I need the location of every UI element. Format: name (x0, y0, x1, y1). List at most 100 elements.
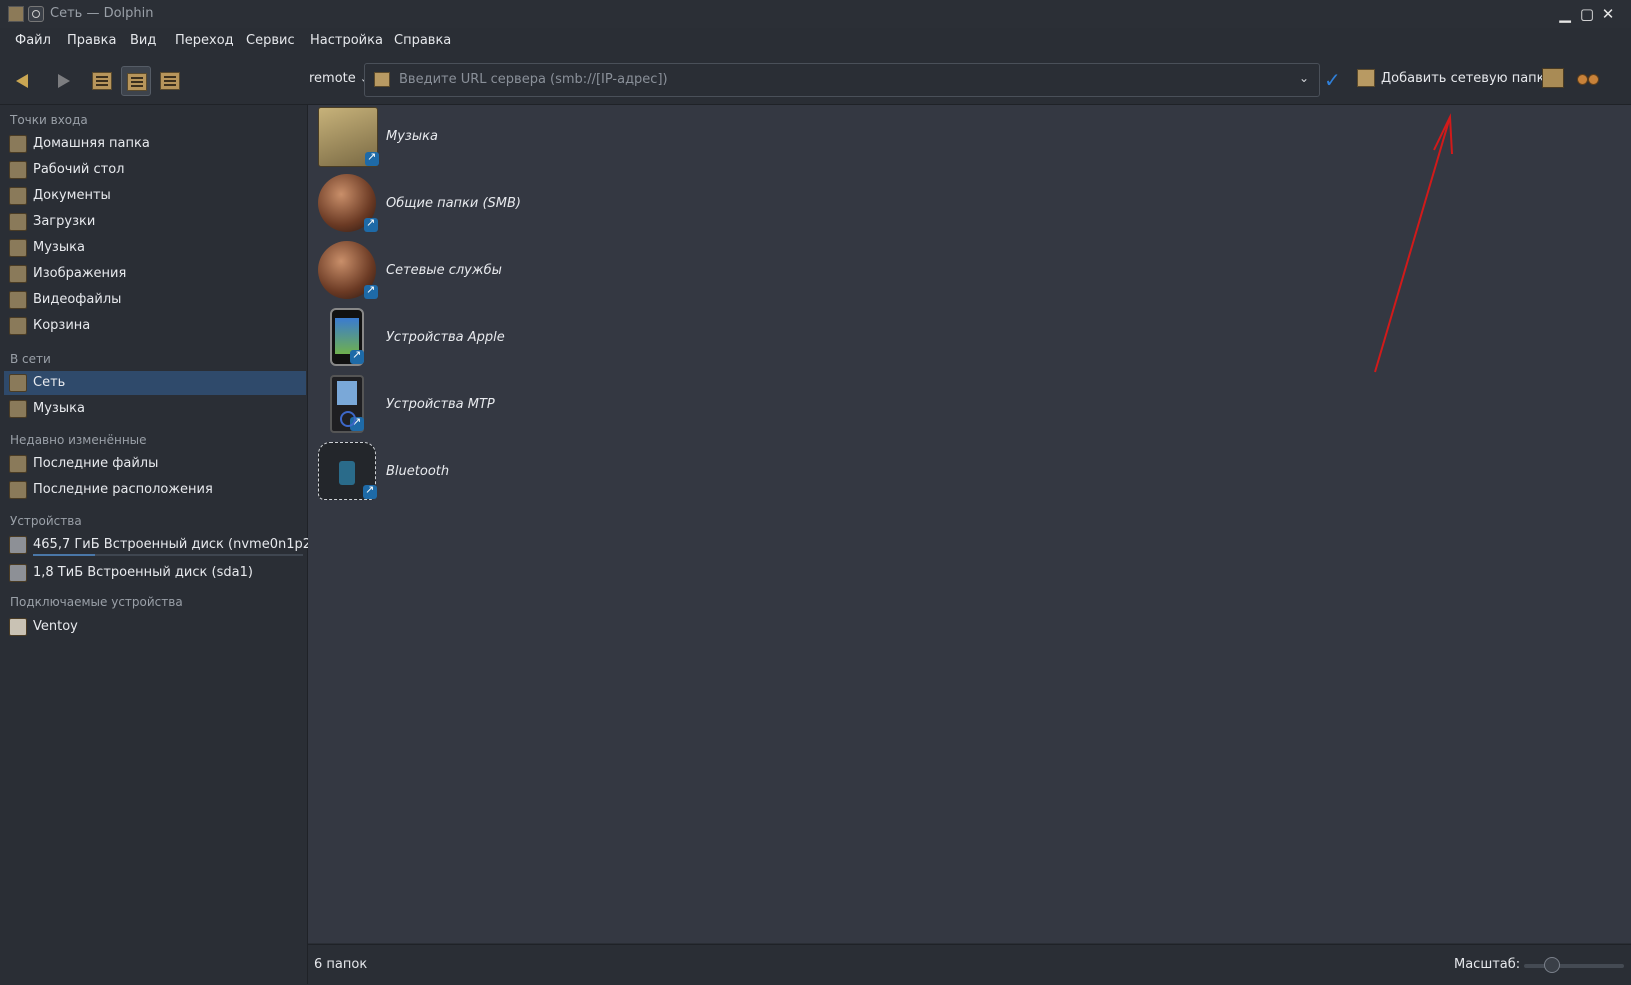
zoom-slider[interactable] (1524, 957, 1624, 973)
item-label: Музыка (386, 129, 438, 144)
network-icon (9, 374, 27, 392)
usb-drive-icon (9, 618, 27, 636)
menu-go[interactable]: Переход (175, 33, 234, 48)
sidebar-item-label: Последние расположения (33, 482, 213, 497)
maximize-icon[interactable]: ▢ (1578, 5, 1596, 23)
sidebar-item-documents[interactable]: Документы (4, 184, 306, 208)
network-globe-icon (318, 241, 378, 299)
back-arrow-icon (16, 74, 28, 88)
remote-dropdown[interactable]: remote ⌄ (309, 71, 369, 86)
icons-view-icon (92, 72, 112, 90)
home-icon (9, 135, 27, 153)
window-title: Сеть — Dolphin (50, 6, 154, 21)
menu-bar: Файл Правка Вид Переход Сервис Настройка… (0, 28, 1631, 54)
sidebar-item-label: Ventoy (33, 619, 78, 634)
section-entry-points: Точки входа (10, 113, 88, 127)
item-label: Общие папки (SMB) (386, 196, 522, 211)
sidebar-item-trash[interactable]: Корзина (4, 314, 306, 338)
sidebar-item-label: Изображения (33, 266, 127, 281)
menu-help[interactable]: Справка (394, 33, 451, 48)
sidebar-item-label: Музыка (33, 401, 85, 416)
minimize-icon[interactable]: ▁ (1556, 5, 1574, 23)
sidebar-item-label: Последние файлы (33, 456, 159, 471)
hard-disk-icon (9, 564, 27, 582)
music-folder-icon (9, 239, 27, 257)
chevron-down-icon[interactable]: ⌄ (1299, 71, 1309, 85)
sidebar-item-ventoy[interactable]: Ventoy (4, 615, 306, 639)
documents-folder-icon (9, 187, 27, 205)
sidebar-item-label: Документы (33, 188, 111, 203)
sidebar-item-recent-locations[interactable]: Последние расположения (4, 478, 306, 502)
url-placeholder: Введите URL сервера (smb://[IP-адрес]) (399, 72, 668, 87)
sidebar-item-network[interactable]: Сеть (4, 371, 306, 395)
list-item[interactable]: Музыка (308, 105, 708, 169)
phone-icon (330, 308, 364, 366)
sidebar-item-label: Рабочий стол (33, 162, 125, 177)
menu-file[interactable]: Файл (15, 33, 51, 48)
sidebar-item-videos[interactable]: Видеофайлы (4, 288, 306, 312)
section-removable: Подключаемые устройства (10, 595, 183, 609)
link-overlay-icon (350, 415, 364, 431)
list-item[interactable]: Устройства Apple (308, 306, 708, 370)
folder-icon (374, 72, 390, 87)
sidebar-item-label: Корзина (33, 318, 91, 333)
list-item[interactable]: Bluetooth (308, 440, 708, 504)
item-label: Bluetooth (386, 464, 450, 479)
icons-view-button[interactable] (87, 66, 117, 96)
menu-settings[interactable]: Настройка (310, 33, 383, 48)
hard-disk-icon (9, 536, 27, 554)
compact-view-button[interactable] (121, 66, 151, 96)
sidebar-item-music-remote[interactable]: Музыка (4, 397, 306, 421)
split-view-icon[interactable] (1542, 68, 1564, 88)
sidebar-item-label: Музыка (33, 240, 85, 255)
sidebar-item-label: 465,7 ГиБ Встроенный диск (nvme0n1p2) (33, 537, 317, 552)
list-item[interactable]: Общие папки (SMB) (308, 172, 708, 236)
list-item[interactable]: Устройства MTP (308, 373, 708, 437)
folder-count: 6 папок (314, 957, 368, 972)
recent-locations-icon (9, 481, 27, 499)
media-player-icon (330, 375, 364, 433)
pictures-folder-icon (9, 265, 27, 283)
pin-icon[interactable] (28, 6, 44, 22)
section-recent: Недавно изменённые (10, 433, 147, 447)
item-label: Устройства MTP (386, 397, 495, 412)
compact-view-icon (127, 73, 147, 91)
back-button[interactable] (12, 66, 42, 96)
url-input[interactable]: Введите URL сервера (smb://[IP-адрес]) ⌄ (364, 63, 1320, 97)
sidebar-item-recent-files[interactable]: Последние файлы (4, 452, 306, 476)
menu-edit[interactable]: Правка (67, 33, 116, 48)
sidebar-item-home[interactable]: Домашняя папка (4, 132, 306, 156)
music-folder-icon (318, 107, 379, 167)
music-folder-icon (9, 400, 27, 418)
zoom-slider-handle[interactable] (1544, 957, 1560, 973)
sidebar-item-disk-sda1[interactable]: 1,8 ТиБ Встроенный диск (sda1) (4, 561, 306, 585)
menu-view[interactable]: Вид (130, 33, 156, 48)
forward-button[interactable] (46, 66, 76, 96)
link-overlay-icon (364, 216, 378, 232)
sidebar-item-disk-nvme[interactable]: 465,7 ГиБ Встроенный диск (nvme0n1p2) (4, 533, 316, 557)
link-overlay-icon (350, 348, 364, 364)
sidebar-item-desktop[interactable]: Рабочий стол (4, 158, 306, 182)
link-overlay-icon (363, 483, 377, 499)
add-network-folder-label: Добавить сетевую папку (1381, 71, 1553, 86)
menu-tools[interactable]: Сервис (246, 33, 295, 48)
sidebar-item-downloads[interactable]: Загрузки (4, 210, 306, 234)
link-overlay-icon (365, 150, 379, 166)
sidebar-item-pictures[interactable]: Изображения (4, 262, 306, 286)
file-view[interactable]: Музыка Общие папки (SMB) Сетевые службы … (308, 105, 1631, 943)
network-globe-icon (318, 174, 378, 232)
sidebar-item-music[interactable]: Музыка (4, 236, 306, 260)
list-item[interactable]: Сетевые службы (308, 239, 708, 303)
desktop-icon (9, 161, 27, 179)
sidebar-item-label: Сеть (33, 375, 66, 390)
status-bar: 6 папок Масштаб: (308, 944, 1631, 985)
sidebar-item-label: Домашняя папка (33, 136, 150, 151)
forward-arrow-icon (58, 74, 70, 88)
close-icon[interactable]: ✕ (1599, 5, 1617, 23)
confirm-check-icon[interactable]: ✓ (1324, 68, 1341, 92)
bluetooth-icon (318, 442, 377, 500)
title-bar: Сеть — Dolphin ▁ ▢ ✕ (0, 0, 1631, 29)
item-label: Сетевые службы (386, 263, 502, 278)
search-binoculars-icon[interactable] (1577, 70, 1599, 88)
details-view-button[interactable] (155, 66, 185, 96)
